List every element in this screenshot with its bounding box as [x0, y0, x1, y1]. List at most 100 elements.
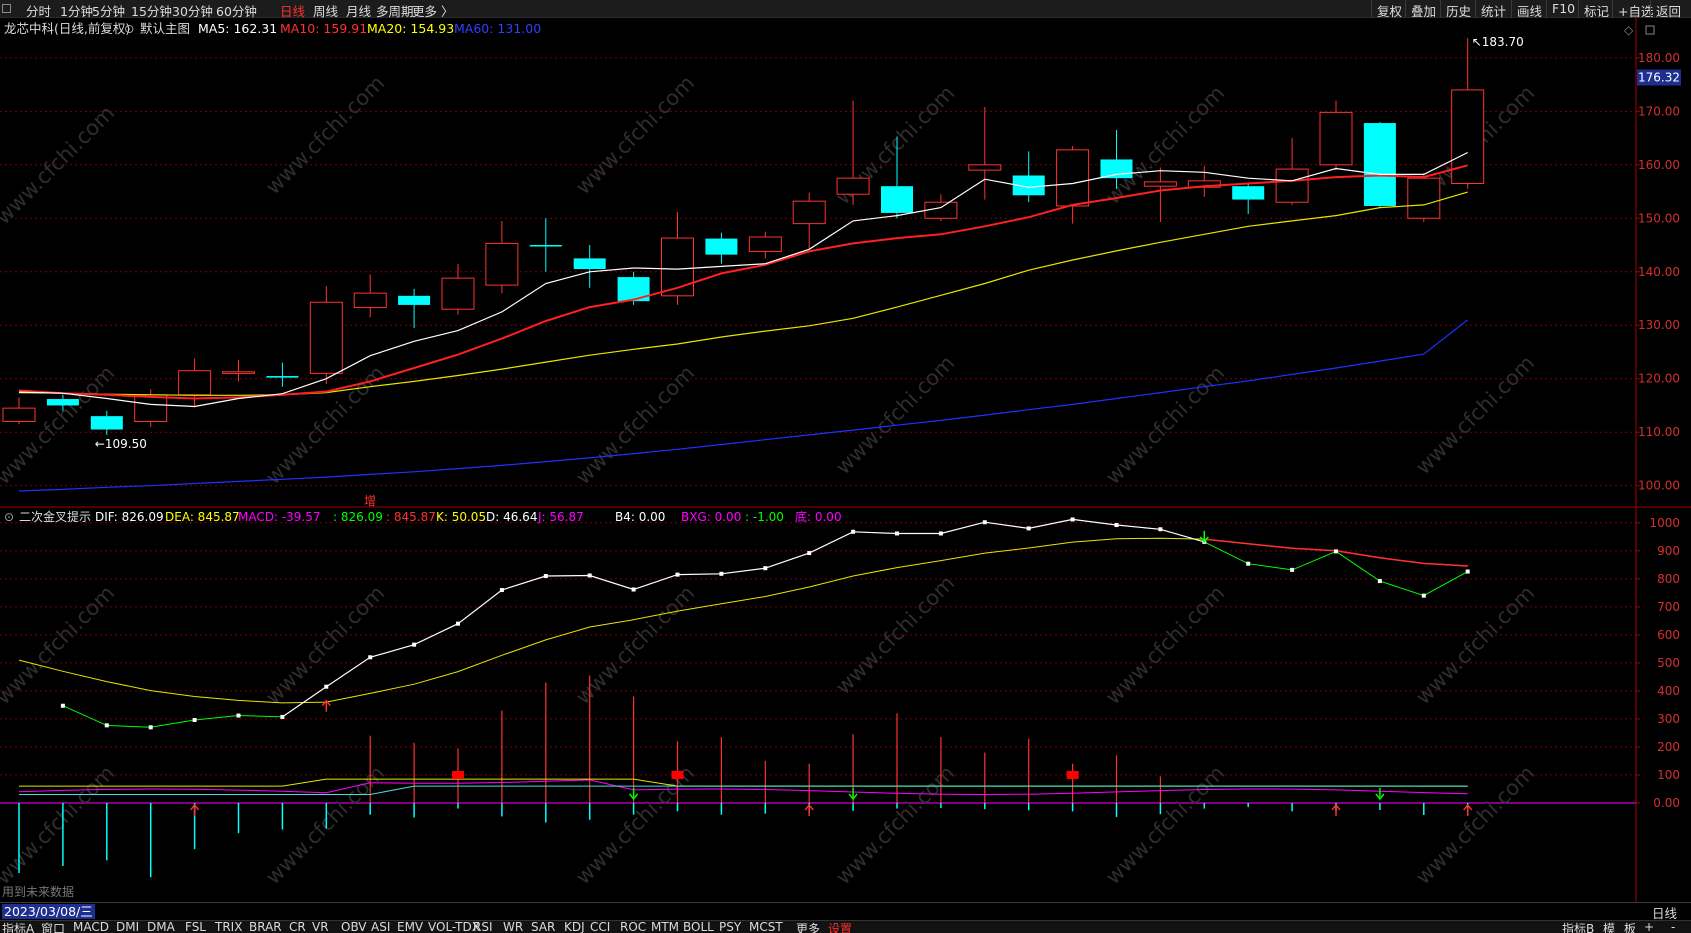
value-label: : 845.87	[386, 510, 436, 524]
ma60-label: MA60: 131.00	[454, 21, 541, 36]
indicator-tab[interactable]: VR	[312, 920, 329, 933]
diamond-icon[interactable]: ◇	[1624, 23, 1634, 37]
date-bar: 2023/03/08/三 日线	[0, 902, 1691, 921]
die-label: 底: 0.00	[795, 509, 842, 524]
toolbar-button[interactable]: 标记	[1578, 0, 1614, 19]
candle	[968, 107, 1002, 200]
toolbar-button[interactable]: 画线	[1511, 0, 1547, 19]
watermark-text: www.cfchi.com	[571, 71, 699, 199]
indicator-tab[interactable]: 更多	[796, 920, 820, 933]
dif-point	[938, 531, 943, 536]
indicator-series	[18, 517, 1473, 878]
price-tick-label: 160.00	[1638, 158, 1680, 172]
indicator-tab[interactable]: MACD	[73, 920, 109, 933]
dif-point	[587, 573, 592, 578]
dea-line	[18, 537, 1468, 704]
indicator-tab[interactable]: 指标A	[2, 920, 34, 933]
indicator-tick-label: 300	[1657, 712, 1680, 726]
indicator-tab[interactable]: MCST	[749, 920, 783, 933]
window-icon[interactable]	[1645, 25, 1655, 35]
toolbar-button[interactable]: 复权	[1371, 0, 1407, 19]
top-toolbar: 分时 1分钟 5分钟 15分钟 30分钟 60分钟 日线 周线 月线 多周期 更多 〉复权 叠加 历史统…	[0, 0, 1691, 19]
candle	[398, 288, 431, 328]
header-labels: 龙芯中科(日线,前复权)⊙ 默认主图 MA5: 162.31 MA10: 159.91…	[2, 21, 842, 899]
ma10-line	[18, 164, 1468, 400]
candle	[309, 286, 343, 385]
dif-point	[368, 655, 373, 660]
d-label: D: 46.64	[486, 510, 537, 524]
indicator-tab-bar: 指标A 窗口 MACD DMI DMA FSL TRIX BRAR CR VR OBV ASI EMV V…	[0, 920, 1691, 933]
dif-point	[1114, 523, 1119, 528]
toolbar-button[interactable]: 统计	[1475, 0, 1511, 19]
indicator-tab[interactable]: ROC	[620, 920, 646, 933]
indicator-tab[interactable]: ASI	[371, 920, 390, 933]
indicator-name: 二次金叉提示	[19, 509, 91, 524]
indicator-tab[interactable]: BOLL	[683, 920, 714, 933]
indicator-tab[interactable]: PSY	[719, 920, 741, 933]
dif-point	[807, 551, 812, 556]
indicator-tab[interactable]: KDJ	[564, 920, 585, 933]
indicator-tab[interactable]: DMI	[116, 920, 139, 933]
indicator-tab[interactable]: 窗口	[41, 920, 65, 933]
indicator-tick-label: 900	[1657, 544, 1680, 558]
dif-point	[499, 588, 504, 593]
dif-label: DIF: 826.09	[95, 510, 164, 524]
indicator-tick-label: 400	[1657, 684, 1680, 698]
dif-point	[1465, 569, 1470, 574]
dif-point	[675, 572, 680, 577]
right-tab[interactable]: 板	[1624, 920, 1636, 933]
stock-title: 龙芯中科(日线,前复权)	[4, 21, 130, 36]
candle	[573, 245, 606, 288]
indicator-tab[interactable]: CCI	[590, 920, 610, 933]
toolbar-button[interactable]: 返回	[1650, 0, 1686, 19]
right-tab[interactable]: -	[1671, 920, 1675, 933]
candle	[485, 220, 519, 294]
indicator-tab[interactable]: OBV	[341, 920, 367, 933]
watermark-text: www.cfchi.com	[261, 581, 389, 709]
dif-point	[1334, 549, 1338, 554]
watermark-text: www.cfchi.com	[831, 761, 959, 889]
toolbar-button[interactable]: 历史	[1440, 0, 1476, 19]
kdj-d-line	[19, 778, 1468, 787]
dif-point	[1070, 517, 1075, 522]
candle	[792, 192, 826, 249]
indicator-tab[interactable]: 设置	[828, 920, 852, 933]
dif-point	[104, 723, 109, 728]
indicator-tick-label: 600	[1657, 628, 1680, 642]
price-tick-label: 130.00	[1638, 318, 1680, 332]
candle	[705, 232, 738, 264]
indicator-tab[interactable]: BRAR	[249, 920, 282, 933]
indicator-tab[interactable]: TRIX	[215, 920, 242, 933]
watermark-text: www.cfchi.com	[261, 361, 389, 489]
indicator-tab[interactable]: FSL	[185, 920, 206, 933]
indicator-tick-label: 800	[1657, 572, 1680, 586]
toolbar-button[interactable]: F10	[1546, 0, 1580, 18]
indicator-tab[interactable]: EMV	[397, 920, 423, 933]
watermark-text: www.cfchi.com	[261, 71, 389, 199]
dif-point	[631, 587, 636, 592]
indicator-tab[interactable]: SAR	[531, 920, 555, 933]
high-price-label: ↖183.70	[1472, 35, 1524, 49]
window-toggle-icon[interactable]	[2, 4, 11, 13]
value-label: : 826.09	[333, 510, 383, 524]
indicator-tab[interactable]: CR	[289, 920, 306, 933]
right-tab[interactable]: +	[1644, 920, 1654, 933]
b4-label: B4: 0.00	[615, 510, 665, 524]
minus-label: : -1.00	[745, 510, 784, 524]
right-tab[interactable]: 指标B	[1562, 920, 1594, 933]
indicator-tab[interactable]: RSI	[473, 920, 493, 933]
indicator-tick-label: 700	[1657, 600, 1680, 614]
zeng-label: 增	[364, 494, 376, 508]
right-tab[interactable]: 模	[1603, 920, 1615, 933]
dea-label: DEA: 845.87	[165, 510, 240, 524]
signal-marker	[671, 770, 684, 779]
dif-point	[456, 621, 460, 626]
candle	[353, 274, 387, 318]
indicator-tab[interactable]: WR	[503, 920, 523, 933]
indicator-tick-label: 100	[1657, 768, 1680, 782]
indicator-tab[interactable]: DMA	[147, 920, 175, 933]
toolbar-button[interactable]: 叠加	[1405, 0, 1441, 19]
candle	[178, 358, 212, 408]
indicator-tab[interactable]: MTM	[651, 920, 679, 933]
watermark-text: www.cfchi.com	[1101, 581, 1229, 709]
